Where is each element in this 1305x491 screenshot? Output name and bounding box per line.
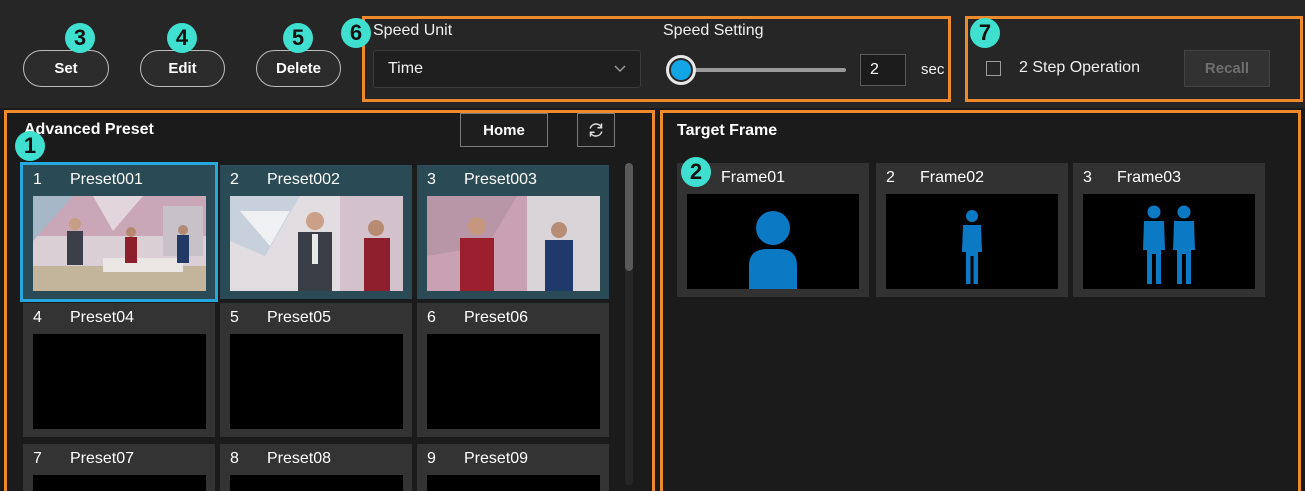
person-pair-icon [1143,205,1195,284]
frame-name: Frame02 [920,169,985,186]
preset-name: Preset002 [267,171,340,188]
callout-badge-1: 1 [15,131,45,161]
preset-thumbnail [427,196,600,291]
preset-name: Preset05 [267,309,332,326]
target-frame-title: Target Frame [677,122,778,139]
person-single-full-icon [962,210,982,284]
speed-slider-handle[interactable] [666,55,696,85]
advanced-preset-title: Advanced Preset [24,121,154,138]
preset-thumbnail-empty [230,475,403,491]
frame-thumbnail [1083,194,1255,289]
preset-tile-6[interactable]: 6 Preset06 [417,303,609,437]
preset-thumbnail-empty [33,475,206,491]
preset-tile-8[interactable]: 8 Preset08 [220,444,412,491]
preset-name: Preset04 [70,309,135,326]
frame-tile-2[interactable]: 2 Frame02 [876,163,1068,297]
preset-number: 8 [230,450,239,467]
preset-name: Preset001 [70,171,143,188]
two-step-checkbox[interactable] [986,61,1001,76]
frame-name: Frame03 [1117,169,1182,186]
preset-tile-7[interactable]: 7 Preset07 [23,444,215,491]
set-button[interactable]: Set [23,50,109,87]
preset-number: 1 [33,171,42,188]
callout-badge-4: 4 [167,23,197,53]
preset-number: 7 [33,450,42,467]
preset-name: Preset06 [464,309,529,326]
callout-badge-7: 7 [970,18,1000,48]
speed-unit-dropdown[interactable]: Time [373,50,641,88]
preset-number: 2 [230,171,239,188]
refresh-button[interactable] [577,113,615,147]
preset-tile-9[interactable]: 9 Preset09 [417,444,609,491]
frame-number: 2 [886,169,895,186]
preset-thumbnail [230,196,403,291]
preset-name: Preset09 [464,450,529,467]
callout-badge-6: 6 [341,18,371,48]
preset-tile-4[interactable]: 4 Preset04 [23,303,215,437]
frame-thumbnail [687,194,859,289]
recall-button[interactable]: Recall [1184,50,1270,87]
preset-number: 5 [230,309,239,326]
preset-tile-2[interactable]: 2 Preset002 [220,165,412,299]
app-window: Set Edit Delete Speed Unit Time Speed Se… [0,0,1305,491]
frame-number: 3 [1083,169,1092,186]
edit-button[interactable]: Edit [140,50,225,87]
chevron-down-icon [614,65,626,73]
preset-number: 6 [427,309,436,326]
preset-thumbnail [33,196,206,291]
frame-name: Frame01 [721,169,786,186]
speed-setting-label: Speed Setting [663,22,764,39]
preset-tile-1[interactable]: 1 Preset001 [20,162,218,302]
preset-tile-3[interactable]: 3 Preset003 [417,165,609,299]
preset-number: 9 [427,450,436,467]
preset-thumbnail-empty [230,334,403,429]
preset-thumbnail-empty [427,475,600,491]
frame-thumbnail [886,194,1058,289]
speed-value-input[interactable]: 2 [860,54,906,86]
toolbar: Set Edit Delete Speed Unit Time Speed Se… [0,0,1305,108]
speed-unit-label: Speed Unit [373,22,453,39]
two-step-label: 2 Step Operation [1019,59,1140,76]
speed-unit-value: Time [388,60,423,77]
refresh-icon [589,123,603,137]
preset-thumbnail-empty [427,334,600,429]
callout-badge-5: 5 [283,23,313,53]
preset-scrollbar-thumb[interactable] [625,163,633,271]
preset-name: Preset08 [267,450,332,467]
preset-number: 4 [33,309,42,326]
callout-badge-2: 2 [681,157,711,187]
preset-tile-5[interactable]: 5 Preset05 [220,303,412,437]
speed-slider-track[interactable] [684,68,846,72]
frame-tile-3[interactable]: 3 Frame03 [1073,163,1265,297]
person-single-large-icon [749,211,797,289]
preset-name: Preset07 [70,450,135,467]
delete-button[interactable]: Delete [256,50,341,87]
preset-name: Preset003 [464,171,537,188]
callout-badge-3: 3 [65,23,95,53]
preset-thumbnail-empty [33,334,206,429]
speed-unit-suffix: sec [921,61,945,78]
preset-number: 3 [427,171,436,188]
home-button[interactable]: Home [460,113,548,147]
